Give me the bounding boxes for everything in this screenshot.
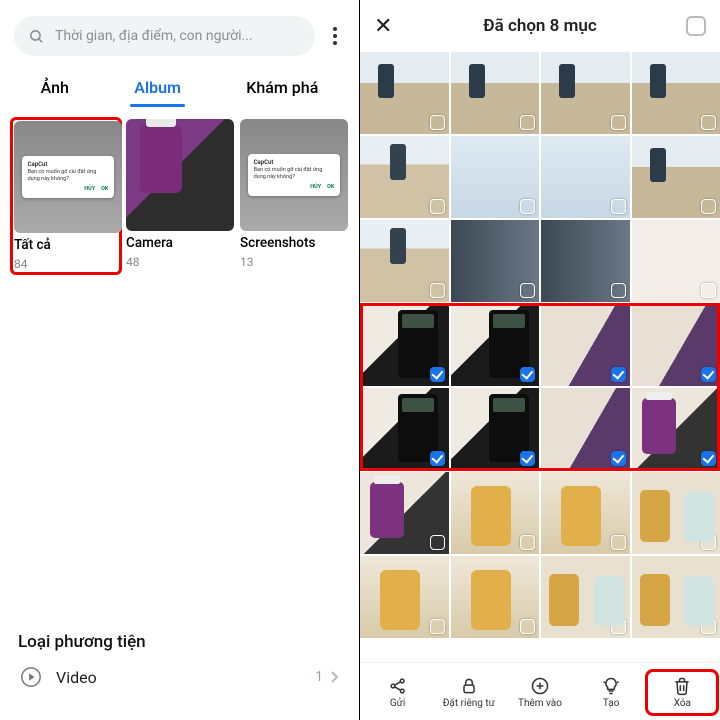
photo-cell[interactable] [451, 220, 540, 302]
album-camera-thumb [126, 119, 234, 231]
lightbulb-icon [601, 676, 621, 696]
photo-cell[interactable] [632, 472, 720, 554]
search-row: Thời gian, địa điểm, con người... [0, 0, 359, 66]
action-send[interactable]: Gửi [366, 676, 430, 709]
close-icon[interactable]: ✕ [374, 14, 392, 39]
albums-row: CapCut Bạn có muốn gỡ cài đặt ứng dụng n… [0, 107, 359, 273]
trash-icon [672, 676, 692, 696]
photo-cell[interactable] [360, 388, 449, 470]
play-circle-icon [20, 666, 42, 688]
album-screenshots-count: 13 [240, 255, 348, 269]
photo-cell[interactable] [632, 388, 720, 470]
media-video-row[interactable]: Video 1 [0, 652, 359, 702]
album-all[interactable]: CapCut Bạn có muốn gỡ cài đặt ứng dụng n… [12, 119, 120, 273]
album-screenshots-thumb: CapCut Bạn có muốn gỡ cài đặt ứng dụng n… [240, 119, 348, 231]
album-camera-count: 48 [126, 255, 234, 269]
photo-cell[interactable] [632, 220, 720, 302]
photo-cell[interactable] [541, 556, 630, 638]
chevron-right-icon [329, 670, 339, 684]
photo-cell[interactable] [632, 556, 720, 638]
share-icon [388, 676, 408, 696]
plus-circle-icon [530, 676, 550, 696]
tab-album[interactable]: Album [130, 70, 185, 107]
media-video-label: Video [56, 668, 97, 687]
lock-icon [459, 676, 479, 696]
photo-cell[interactable] [541, 52, 630, 134]
selection-header: ✕ Đã chọn 8 mục [360, 0, 720, 52]
photo-cell[interactable] [451, 52, 540, 134]
photo-cell[interactable] [451, 136, 540, 218]
photo-cell[interactable] [360, 136, 449, 218]
photo-cell[interactable] [632, 136, 720, 218]
photo-cell[interactable] [451, 304, 540, 386]
photo-cell[interactable] [541, 136, 630, 218]
photo-cell[interactable] [541, 388, 630, 470]
media-video-count: 1 [315, 669, 323, 685]
photo-cell[interactable] [360, 52, 449, 134]
select-all-checkbox[interactable] [686, 16, 706, 36]
photo-cell[interactable] [360, 556, 449, 638]
tab-photos[interactable]: Ảnh [37, 70, 73, 107]
media-types-title: Loại phương tiện [0, 632, 359, 652]
action-addto[interactable]: Thêm vào [508, 676, 572, 709]
album-all-thumb: CapCut Bạn có muốn gỡ cài đặt ứng dụng n… [14, 121, 122, 233]
photo-cell[interactable] [541, 472, 630, 554]
album-camera-name: Camera [126, 235, 234, 251]
photo-cell[interactable] [451, 388, 540, 470]
album-screenshots[interactable]: CapCut Bạn có muốn gỡ cài đặt ứng dụng n… [240, 119, 348, 273]
tabs: Ảnh Album Khám phá [0, 66, 359, 107]
photo-cell[interactable] [541, 304, 630, 386]
photo-cell[interactable] [360, 304, 449, 386]
photo-cell[interactable] [360, 220, 449, 302]
photo-cell[interactable] [360, 472, 449, 554]
tab-explore[interactable]: Khám phá [242, 70, 322, 107]
action-create[interactable]: Tạo [579, 676, 643, 709]
search-icon [28, 28, 45, 45]
action-bar: Gửi Đặt riêng tư Thêm vào Tạo Xóa [360, 662, 720, 720]
album-all-name: Tất cả [14, 237, 118, 253]
photo-cell[interactable] [632, 304, 720, 386]
action-delete[interactable]: Xóa [650, 674, 714, 711]
photo-cell[interactable] [451, 472, 540, 554]
photo-cell[interactable] [632, 52, 720, 134]
selection-screen: ✕ Đã chọn 8 mục [360, 0, 720, 720]
more-menu-icon[interactable] [325, 27, 345, 45]
photo-cell[interactable] [451, 556, 540, 638]
search-placeholder: Thời gian, địa điểm, con người... [55, 28, 253, 44]
album-screenshots-name: Screenshots [240, 235, 348, 251]
albums-screen: Thời gian, địa điểm, con người... Ảnh Al… [0, 0, 360, 720]
search-input[interactable]: Thời gian, địa điểm, con người... [14, 16, 315, 56]
photo-grid [360, 52, 720, 638]
media-types-section: Loại phương tiện Video 1 [0, 632, 359, 702]
album-all-count: 84 [14, 257, 118, 271]
photo-grid-wrap [360, 52, 720, 638]
album-camera[interactable]: Camera 48 [126, 119, 234, 273]
photo-cell[interactable] [541, 220, 630, 302]
selection-title: Đã chọn 8 mục [360, 16, 720, 36]
action-private[interactable]: Đặt riêng tư [437, 676, 501, 709]
